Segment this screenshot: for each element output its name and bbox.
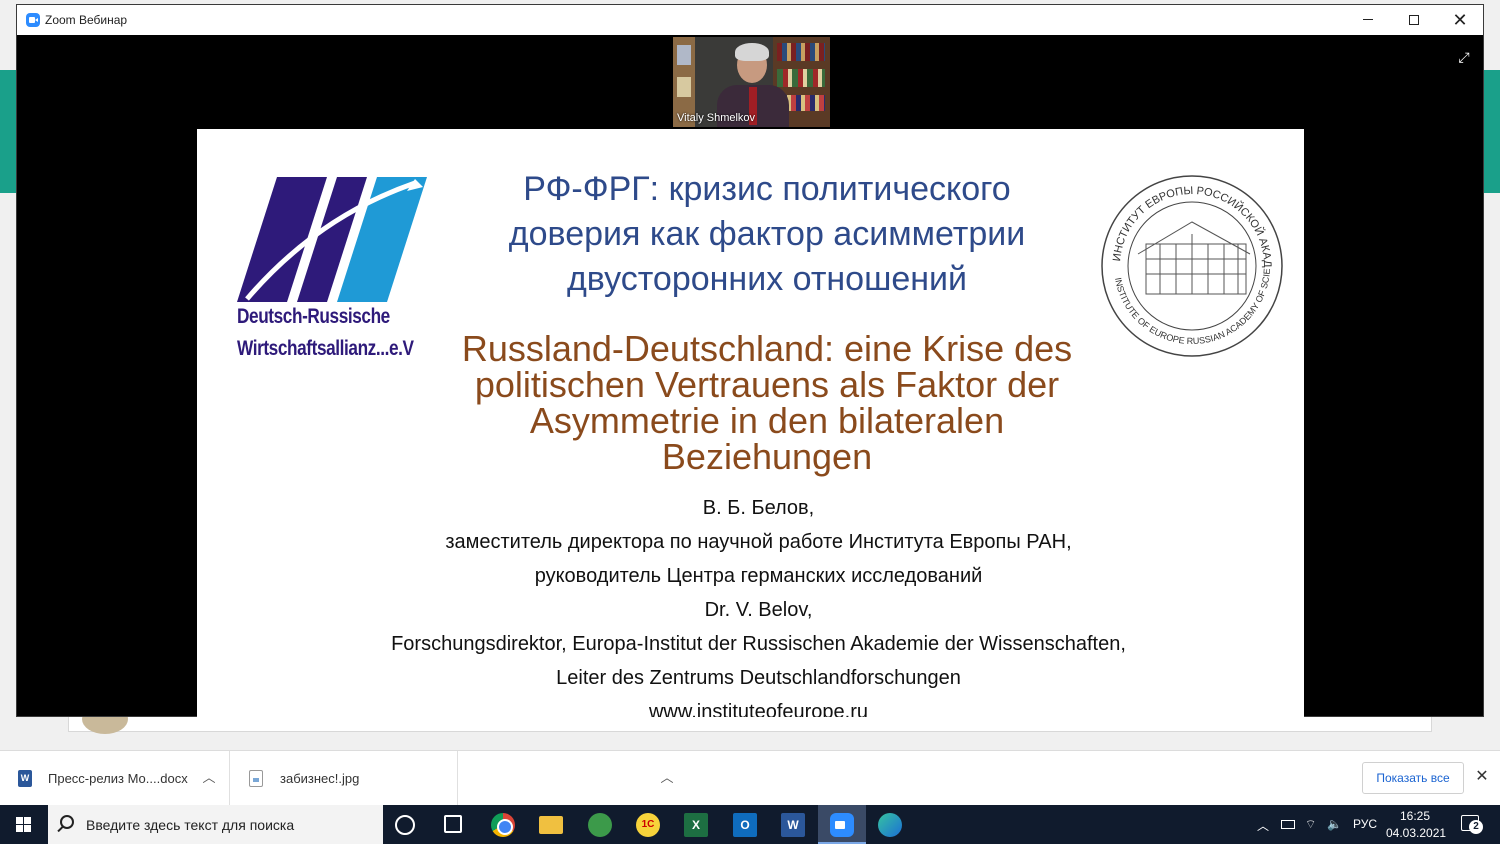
download-item-name: Пресс-релиз Мо....docx <box>48 771 188 786</box>
language-indicator[interactable]: РУС <box>1353 817 1377 831</box>
expand-icon: ⤢ <box>1458 49 1470 65</box>
show-all-button[interactable]: Показать все <box>1362 762 1464 794</box>
drwa-logo <box>237 177 427 302</box>
clock-date[interactable]: 04.03.2021 <box>1386 826 1446 840</box>
center-russian: руководитель Центра германских исследова… <box>534 565 983 587</box>
download-item[interactable]: W Пресс-релиз Мо....docx ︿ <box>0 751 230 805</box>
position-russian: заместитель директора по научной работе … <box>445 531 1072 553</box>
maps-icon[interactable] <box>588 813 612 837</box>
download-item[interactable]: забизнес!.jpg ︿ <box>232 751 674 805</box>
minimize-button[interactable] <box>1345 5 1391 35</box>
speaker-name: Vitaly Shmelkov <box>677 112 756 124</box>
books <box>777 43 825 61</box>
close-icon: ✕ <box>1475 768 1489 785</box>
zoom-icon[interactable] <box>830 813 854 837</box>
windows-logo-icon <box>24 825 31 832</box>
word-file-icon: W <box>18 770 32 787</box>
chevron-up-icon[interactable]: ︿ <box>658 767 676 787</box>
author-russian: В. Б. Белов, <box>702 497 815 519</box>
download-item-name: забизнес!.jpg <box>280 771 360 786</box>
slide-title-german: Russland-Deutschland: eine Krise des pol… <box>461 328 1073 477</box>
background-text <box>145 726 445 736</box>
zoom-window: Zoom Вебинар ✕ Vitaly Shmelkov ⤢ Deutsch… <box>16 4 1484 717</box>
presentation-slide: Deutsch-Russische Wirtschaftsallianz...e… <box>197 129 1304 717</box>
windows-logo-icon <box>16 825 23 832</box>
search-placeholder: Введите здесь текст для поиска <box>86 817 295 833</box>
cortana-icon[interactable] <box>395 815 415 835</box>
close-button[interactable]: ✕ <box>1437 5 1483 35</box>
drwa-name-line1: Deutsch-Russische <box>237 305 390 328</box>
books <box>677 45 691 65</box>
close-icon: ✕ <box>1452 10 1468 30</box>
volume-icon[interactable]: 🔈 <box>1327 817 1342 831</box>
notification-count: 2 <box>1469 820 1483 834</box>
maximize-button[interactable] <box>1391 5 1437 35</box>
minimize-icon <box>1363 19 1373 21</box>
windows-logo-icon <box>24 817 31 824</box>
title-bar: Zoom Вебинар ✕ <box>17 5 1483 35</box>
drwa-name-line2: Wirtschaftsallianz...e.V <box>237 337 414 360</box>
word-icon[interactable]: W <box>781 813 805 837</box>
1c-icon[interactable]: 1С <box>636 813 660 837</box>
image-file-icon <box>249 770 263 787</box>
books <box>777 69 825 87</box>
window-title: Zoom Вебинар <box>45 13 128 27</box>
search-icon <box>60 815 74 829</box>
chevron-up-icon[interactable]: ︿ <box>200 767 218 787</box>
books <box>677 77 691 97</box>
chrome-icon[interactable] <box>491 813 515 837</box>
close-downloads-button[interactable]: ✕ <box>1472 767 1492 787</box>
clock-time[interactable]: 16:25 <box>1400 809 1430 823</box>
downloads-bar: W Пресс-релиз Мо....docx ︿ забизнес!.jpg… <box>0 750 1500 805</box>
start-button[interactable] <box>0 805 48 844</box>
center-german: Leiter des Zentrums Deutschlandforschung… <box>556 667 961 689</box>
zoom-logo-icon <box>26 13 40 27</box>
task-view-icon[interactable] <box>444 815 462 833</box>
institute-of-europe-seal: ИНСТИТУТ ЕВРОПЫ РОССИЙСКОЙ АКАДЕМИИ НАУК… <box>1100 174 1283 357</box>
website-url: www.instituteofeurope.ru <box>648 701 868 717</box>
tray-chevron-up-icon[interactable]: ︿ <box>1257 817 1269 834</box>
speaker-video[interactable]: Vitaly Shmelkov <box>673 37 830 127</box>
excel-icon[interactable]: X <box>684 813 708 837</box>
file-explorer-icon[interactable] <box>539 816 563 834</box>
outlook-icon[interactable]: O <box>733 813 757 837</box>
battery-icon[interactable] <box>1281 820 1295 829</box>
maximize-icon <box>1409 14 1419 25</box>
fullscreen-button[interactable]: ⤢ <box>1454 47 1474 67</box>
position-german: Forschungsdirektor, Europa-Institut der … <box>391 633 1126 655</box>
edge-icon[interactable] <box>878 813 902 837</box>
windows-logo-icon <box>16 817 23 824</box>
speaker-hair <box>735 43 769 61</box>
taskbar: Введите здесь текст для поиска 1С X O W … <box>0 805 1500 844</box>
author-german: Dr. V. Belov, <box>704 599 813 621</box>
slide-title-russian: РФ-ФРГ: кризис политического доверия как… <box>508 170 1026 298</box>
network-icon[interactable]: ⌔ <box>1305 817 1316 832</box>
taskbar-search-box[interactable]: Введите здесь текст для поиска <box>48 805 383 844</box>
